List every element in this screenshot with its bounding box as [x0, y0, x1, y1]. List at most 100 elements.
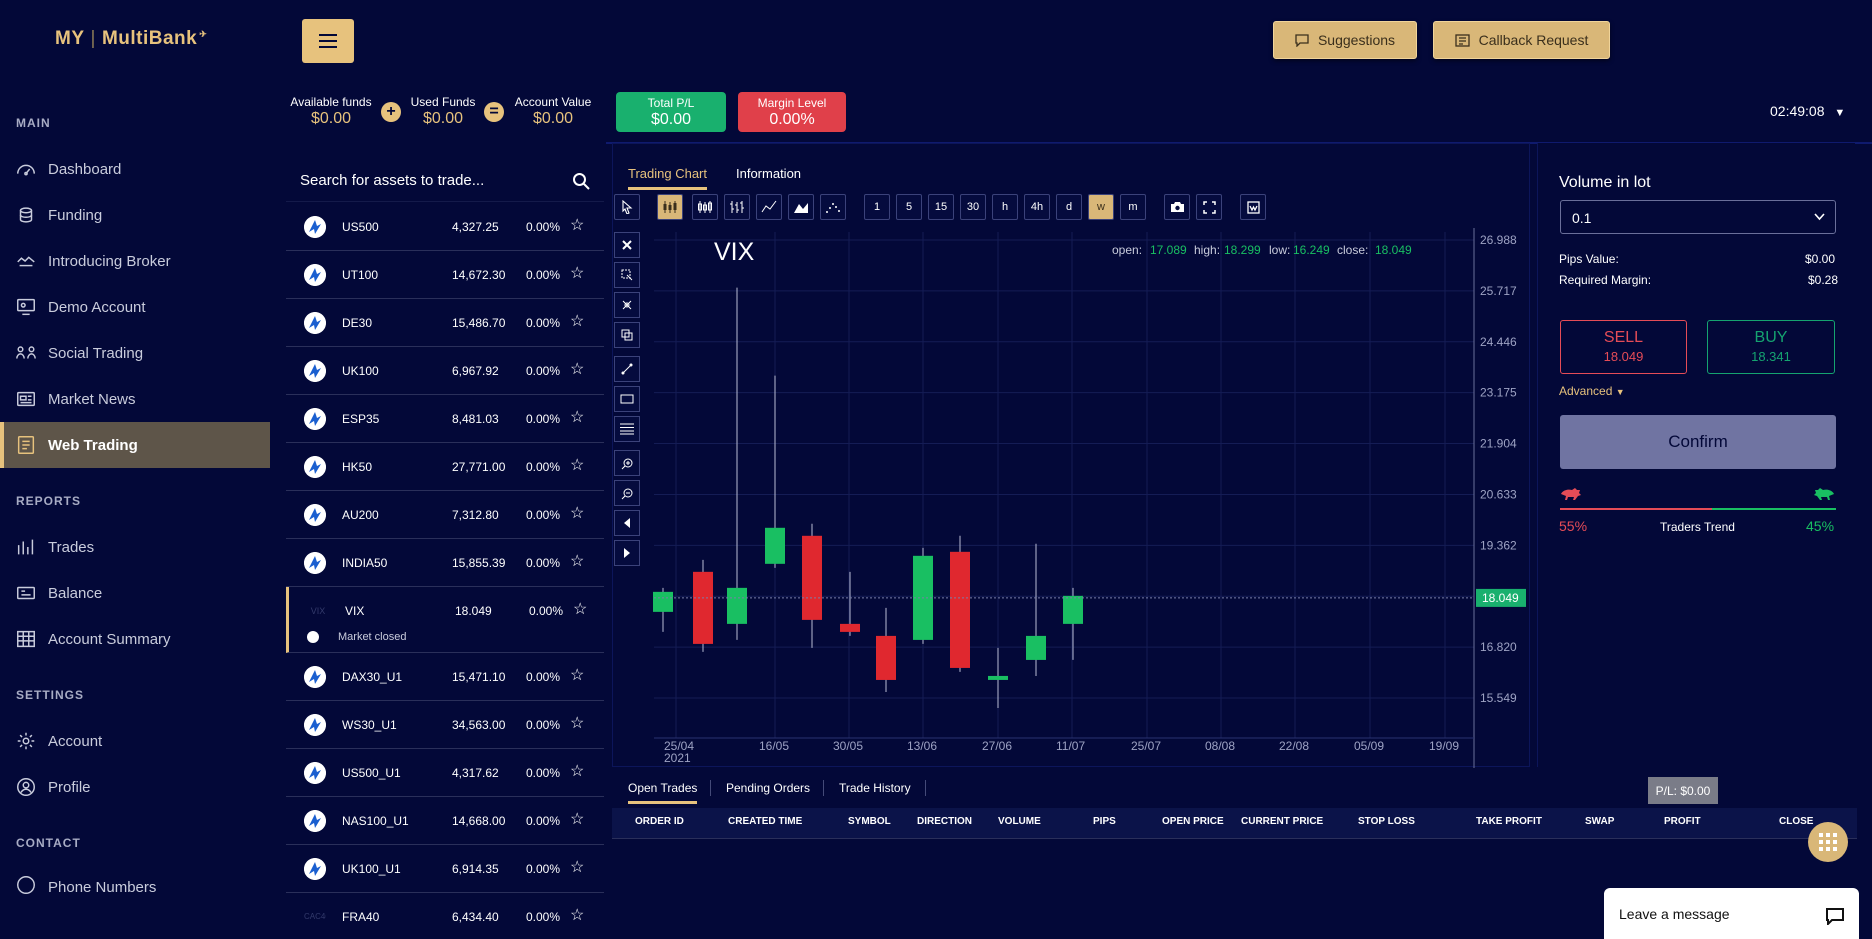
close-drawing-tool[interactable]	[614, 232, 640, 258]
nav-demo-account[interactable]: Demo Account	[0, 284, 270, 330]
asset-search[interactable]: Search for assets to trade...	[286, 160, 604, 202]
tab-trade-history[interactable]: Trade History	[839, 781, 911, 795]
star-icon[interactable]: ☆	[570, 455, 584, 475]
app-logo[interactable]: MY | MultiBank ✈	[55, 28, 207, 50]
column-header[interactable]: VOLUME	[998, 816, 1041, 827]
clone-tool[interactable]	[614, 322, 640, 348]
search-icon[interactable]	[572, 172, 590, 190]
asset-row[interactable]: AU200 7,312.80 0.00% ☆	[286, 491, 604, 539]
column-header[interactable]: PROFIT	[1664, 816, 1701, 827]
asset-row[interactable]: WS30_U1 34,563.00 0.00% ☆	[286, 701, 604, 749]
column-header[interactable]: DIRECTION	[917, 816, 972, 827]
tab-trading-chart[interactable]: Trading Chart	[628, 166, 707, 190]
timeframe-button[interactable]: 15	[928, 194, 954, 220]
indicator-button[interactable]	[1240, 194, 1266, 220]
nav-web-trading[interactable]: Web Trading	[0, 422, 270, 468]
star-icon[interactable]: ☆	[573, 599, 587, 619]
dots-chart-button[interactable]	[820, 194, 846, 220]
column-header[interactable]: ORDER ID	[635, 816, 684, 827]
server-clock[interactable]: 02:49:08 ▼	[1770, 103, 1845, 119]
select-tool[interactable]	[614, 262, 640, 288]
nav-dashboard[interactable]: Dashboard	[0, 146, 270, 192]
asset-row[interactable]: NAS100_U1 14,668.00 0.00% ☆	[286, 797, 604, 845]
nav-funding[interactable]: Funding	[0, 192, 270, 238]
tab-open-trades[interactable]: Open Trades	[628, 781, 698, 804]
asset-row[interactable]: US500 4,327.25 0.00% ☆	[286, 203, 604, 251]
asset-row[interactable]: INDIA50 15,855.39 0.00% ☆	[286, 539, 604, 587]
confirm-button[interactable]: Confirm	[1560, 415, 1836, 469]
fibonacci-tool[interactable]	[614, 416, 640, 442]
timeframe-button[interactable]: 5	[896, 194, 922, 220]
column-header[interactable]: STOP LOSS	[1358, 816, 1415, 827]
timeframe-button[interactable]: h	[992, 194, 1018, 220]
star-icon[interactable]: ☆	[570, 551, 584, 571]
star-icon[interactable]: ☆	[570, 407, 584, 427]
nav-balance[interactable]: Balance	[0, 570, 270, 616]
trend-line-tool[interactable]	[614, 356, 640, 382]
candles-type-button[interactable]	[657, 194, 683, 220]
asset-row[interactable]: ESP35 8,481.03 0.00% ☆	[286, 395, 604, 443]
nav-market-news[interactable]: Market News	[0, 376, 270, 422]
asset-row[interactable]: DE30 15,486.70 0.00% ☆	[286, 299, 604, 347]
nav-social-trading[interactable]: Social Trading	[0, 330, 270, 376]
timeframe-button[interactable]: w	[1088, 194, 1114, 220]
timeframe-button[interactable]: 30	[960, 194, 986, 220]
price-chart[interactable]: 15.549 16.820 19.362 20.633 21.904 23.175 24.4…	[646, 228, 1526, 768]
screenshot-button[interactable]	[1164, 194, 1190, 220]
ohlc-bars-button[interactable]	[724, 194, 750, 220]
star-icon[interactable]: ☆	[570, 713, 584, 733]
column-header[interactable]: OPEN PRICE	[1162, 816, 1224, 827]
timeframe-button[interactable]: 4h	[1024, 194, 1050, 220]
star-icon[interactable]: ☆	[570, 503, 584, 523]
leave-message-widget[interactable]: Leave a message	[1604, 888, 1859, 939]
nav-trades[interactable]: Trades	[0, 524, 270, 570]
tab-pending-orders[interactable]: Pending Orders	[726, 781, 810, 795]
star-icon[interactable]: ☆	[570, 263, 584, 283]
volume-select[interactable]: 0.1	[1560, 200, 1836, 234]
timeframe-button[interactable]: 1	[864, 194, 890, 220]
nav-phone-numbers[interactable]: Phone Numbers	[0, 866, 270, 896]
asset-row[interactable]: UK100 6,967.92 0.00% ☆	[286, 347, 604, 395]
nav-account[interactable]: Account	[0, 718, 270, 764]
star-icon[interactable]: ☆	[570, 857, 584, 877]
nav-introducing-broker[interactable]: Introducing Broker	[0, 238, 270, 284]
apps-grid-button[interactable]	[1808, 822, 1848, 862]
column-header[interactable]: SWAP	[1585, 816, 1614, 827]
star-icon[interactable]: ☆	[570, 665, 584, 685]
asset-row[interactable]: UT100 14,672.30 0.00% ☆	[286, 251, 604, 299]
timeframe-button[interactable]: d	[1056, 194, 1082, 220]
asset-row[interactable]: US500_U1 4,317.62 0.00% ☆	[286, 749, 604, 797]
asset-row[interactable]: DAX30_U1 15,471.10 0.00% ☆	[286, 653, 604, 701]
column-header[interactable]: CREATED TIME	[728, 816, 802, 827]
asset-row[interactable]: UK100_U1 6,914.35 0.00% ☆	[286, 845, 604, 893]
pointer-tool[interactable]	[614, 194, 640, 220]
nav-profile[interactable]: Profile	[0, 764, 270, 810]
advanced-toggle[interactable]: Advanced ▼	[1559, 384, 1625, 398]
rectangle-tool[interactable]	[614, 386, 640, 412]
callback-request-button[interactable]: Callback Request	[1433, 21, 1610, 59]
scroll-right-tool[interactable]	[614, 540, 640, 566]
star-icon[interactable]: ☆	[570, 905, 584, 925]
asset-row[interactable]: HK50 27,771.00 0.00% ☆	[286, 443, 604, 491]
hollow-candles-button[interactable]	[692, 194, 718, 220]
star-icon[interactable]: ☆	[570, 359, 584, 379]
sell-button[interactable]: SELL 18.049	[1560, 320, 1687, 374]
line-chart-button[interactable]	[756, 194, 782, 220]
column-header[interactable]: PIPS	[1093, 816, 1116, 827]
timeframe-button[interactable]: m	[1120, 194, 1146, 220]
menu-toggle-button[interactable]	[302, 19, 354, 63]
area-chart-button[interactable]	[788, 194, 814, 220]
nav-account-summary[interactable]: Account Summary	[0, 616, 270, 662]
scroll-left-tool[interactable]	[614, 510, 640, 536]
star-icon[interactable]: ☆	[570, 311, 584, 331]
column-header[interactable]: SYMBOL	[848, 816, 891, 827]
zoom-in-tool[interactable]	[614, 450, 640, 476]
star-icon[interactable]: ☆	[570, 761, 584, 781]
asset-row[interactable]: CAC40 FRA40 6,434.40 0.00% ☆	[286, 893, 604, 939]
tab-information[interactable]: Information	[736, 166, 801, 181]
fullscreen-button[interactable]	[1196, 194, 1222, 220]
column-header[interactable]: CLOSE	[1779, 816, 1813, 827]
zoom-out-tool[interactable]	[614, 480, 640, 506]
buy-button[interactable]: BUY 18.341	[1707, 320, 1835, 374]
star-icon[interactable]: ☆	[570, 809, 584, 829]
